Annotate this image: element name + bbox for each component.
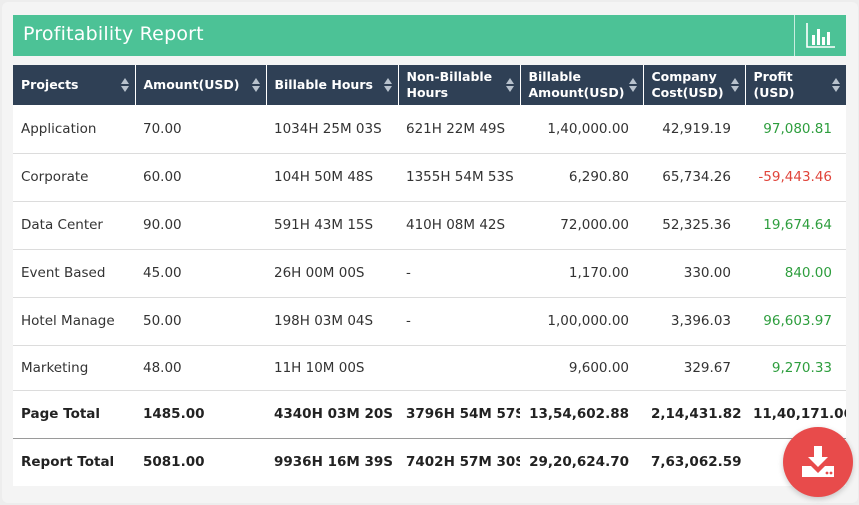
report-total-row: Report Total 5081.00 9936H 16M 39S 7402H…	[13, 438, 846, 486]
sort-icon[interactable]	[505, 77, 514, 93]
billable-hours-cell: 198H 03M 04S	[266, 297, 398, 346]
profit-cell: 97,080.81	[745, 105, 846, 154]
column-header-projects[interactable]: Projects	[13, 65, 136, 105]
amount-cell: 90.00	[135, 201, 266, 250]
sort-icon[interactable]	[628, 77, 637, 93]
column-header-non-billable-hours[interactable]: Non-Billable Hours	[398, 65, 521, 105]
sort-icon[interactable]	[730, 77, 739, 93]
non-billable-hours-cell: 621H 22M 49S	[398, 105, 520, 154]
column-header-amount[interactable]: Amount(USD)	[135, 65, 267, 105]
table-row: Marketing 48.00 11H 10M 00S 9,600.00 329…	[13, 345, 846, 391]
billable-amount-cell: 1,00,000.00	[520, 297, 643, 346]
billable-hours-cell: 4340H 03M 20S	[266, 390, 398, 439]
billable-amount-cell: 1,170.00	[520, 249, 643, 298]
page-total-label: Page Total	[13, 390, 135, 439]
amount-cell: 1485.00	[135, 390, 266, 439]
company-cost-cell: 330.00	[643, 249, 745, 298]
profit-cell: 96,603.97	[745, 297, 846, 346]
billable-amount-cell: 9,600.00	[520, 345, 643, 391]
company-cost-cell: 52,325.36	[643, 201, 745, 250]
table-row: Event Based 45.00 26H 00M 00S - 1,170.00…	[13, 249, 846, 298]
non-billable-hours-cell	[398, 345, 520, 391]
profit-cell: -59,443.46	[745, 153, 846, 202]
amount-cell: 60.00	[135, 153, 266, 202]
billable-hours-cell: 1034H 25M 03S	[266, 105, 398, 154]
project-name: Marketing	[13, 345, 135, 391]
billable-hours-cell: 591H 43M 15S	[266, 201, 398, 250]
company-cost-cell: 7,63,062.59	[651, 454, 742, 471]
billable-hours-cell: 26H 00M 00S	[266, 249, 398, 298]
table-row: Application 70.00 1034H 25M 03S 621H 22M…	[13, 105, 846, 154]
amount-cell: 50.00	[135, 297, 266, 346]
amount-cell: 48.00	[135, 345, 266, 391]
amount-cell: 45.00	[135, 249, 266, 298]
column-header-profit[interactable]: Profit (USD)	[745, 65, 846, 105]
sort-icon[interactable]	[251, 77, 260, 93]
billable-hours-cell: 11H 10M 00S	[266, 345, 398, 391]
column-header-billable-hours[interactable]: Billable Hours	[266, 65, 399, 105]
table-row: Corporate 60.00 104H 50M 48S 1355H 54M 5…	[13, 153, 846, 202]
amount-cell: 5081.00	[143, 454, 205, 471]
non-billable-hours-cell: 7402H 57M 30S	[406, 454, 520, 471]
profit-cell: 840.00	[745, 249, 846, 298]
company-cost-cell: 42,919.19	[643, 105, 745, 154]
project-name: Corporate	[13, 153, 135, 202]
company-cost-cell: 2,14,431.82	[643, 390, 745, 439]
amount-cell: 70.00	[135, 105, 266, 154]
non-billable-hours-cell: -	[398, 297, 520, 346]
non-billable-hours-cell: -	[398, 249, 520, 298]
billable-hours-cell: 104H 50M 48S	[266, 153, 398, 202]
page-total-row: Page Total 1485.00 4340H 03M 20S 3796H 5…	[13, 390, 846, 439]
billable-amount-cell: 29,20,624.70	[529, 454, 629, 471]
download-icon	[802, 446, 834, 477]
billable-amount-cell: 13,54,602.88	[520, 390, 643, 439]
table-row: Hotel Manage 50.00 198H 03M 04S - 1,00,0…	[13, 297, 846, 346]
profit-cell: 19,674.64	[745, 201, 846, 250]
billable-amount-cell: 72,000.00	[520, 201, 643, 250]
non-billable-hours-cell: 3796H 54M 57S	[398, 390, 520, 439]
column-header-company-cost[interactable]: Company Cost(USD)	[643, 65, 746, 105]
company-cost-cell: 329.67	[643, 345, 745, 391]
non-billable-hours-cell: 1355H 54M 53S	[398, 153, 520, 202]
profitability-table: Projects Amount(USD) Billable Hours Non-…	[13, 65, 846, 486]
bar-chart-icon	[806, 23, 835, 48]
column-header-billable-amount[interactable]: Billable Amount(USD)	[520, 65, 644, 105]
report-header: Profitability Report	[13, 15, 846, 56]
download-button[interactable]	[783, 427, 853, 497]
billable-amount-cell: 1,40,000.00	[520, 105, 643, 154]
report-total-label: Report Total	[21, 454, 115, 471]
project-name: Data Center	[13, 201, 135, 250]
project-name: Event Based	[13, 249, 135, 298]
non-billable-hours-cell: 410H 08M 42S	[398, 201, 520, 250]
profit-cell: 9,270.33	[745, 345, 846, 391]
company-cost-cell: 65,734.26	[643, 153, 745, 202]
billable-amount-cell: 6,290.80	[520, 153, 643, 202]
project-name: Application	[13, 105, 135, 154]
chart-view-button[interactable]	[794, 15, 846, 56]
sort-icon[interactable]	[120, 77, 129, 93]
sort-icon[interactable]	[832, 77, 840, 93]
project-name: Hotel Manage	[13, 297, 135, 346]
billable-hours-cell: 9936H 16M 39S	[274, 454, 394, 471]
page-title: Profitability Report	[23, 23, 204, 45]
sort-icon[interactable]	[383, 77, 392, 93]
table-header-row: Projects Amount(USD) Billable Hours Non-…	[13, 65, 846, 105]
company-cost-cell: 3,396.03	[643, 297, 745, 346]
table-row: Data Center 90.00 591H 43M 15S 410H 08M …	[13, 201, 846, 250]
